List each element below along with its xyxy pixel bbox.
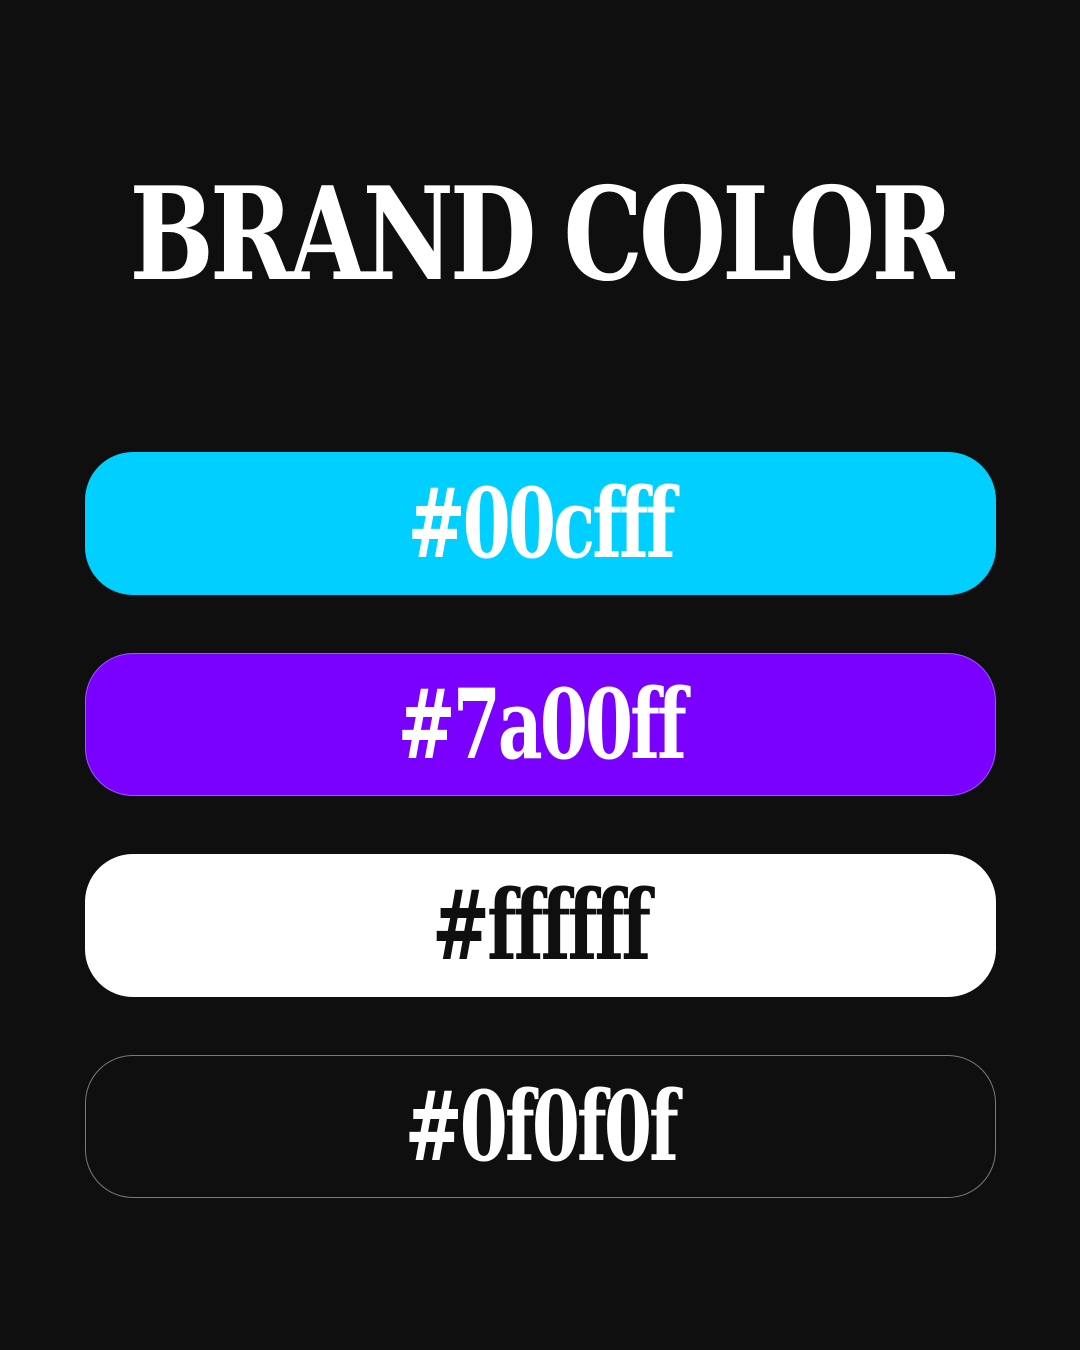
color-swatch-label: #ffffff <box>432 868 651 982</box>
color-swatch-label: #0f0f0f <box>404 1069 679 1183</box>
color-swatch-black: #0f0f0f <box>85 1055 996 1198</box>
color-swatch-cyan: #00cfff <box>85 452 996 595</box>
page-title: BRAND COLOR <box>129 160 954 310</box>
color-swatch-label: #7a00ff <box>397 667 686 781</box>
color-swatch-label: #00cfff <box>407 466 676 580</box>
color-swatch-list: #00cfff #7a00ff #ffffff #0f0f0f <box>85 452 996 1256</box>
color-swatch-white: #ffffff <box>85 854 996 997</box>
color-swatch-purple: #7a00ff <box>85 653 996 796</box>
